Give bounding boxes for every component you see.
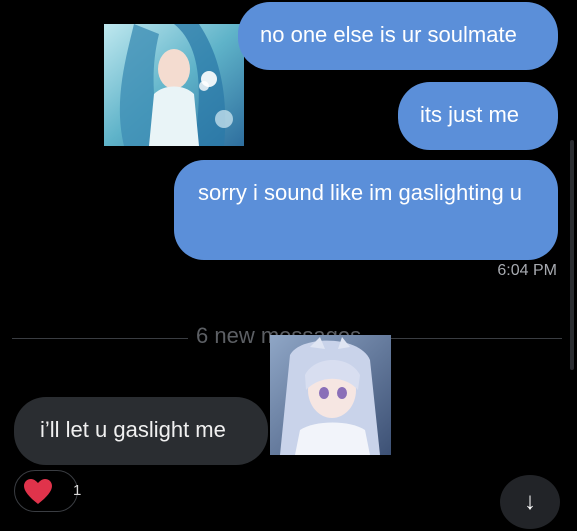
scrollbar[interactable]: [570, 140, 574, 370]
message-timestamp: 6:04 PM: [497, 262, 557, 279]
message-text: sorry i sound like im gaslighting u: [198, 180, 523, 205]
reaction-count: 1: [73, 482, 82, 499]
message-bubble-sent[interactable]: sorry i sound like im gaslighting u: [174, 160, 558, 260]
anime-character-image: [270, 335, 391, 455]
sticker-image[interactable]: [270, 335, 391, 455]
new-messages-divider-right: [386, 338, 562, 339]
reaction-pill[interactable]: 1: [14, 470, 82, 512]
message-bubble-sent[interactable]: its just me: [398, 82, 558, 150]
scroll-to-bottom-button[interactable]: ↓: [500, 475, 560, 529]
arrow-down-icon: ↓: [524, 488, 536, 515]
message-text: no one else is ur soulmate: [260, 22, 517, 47]
heart-icon: [24, 479, 52, 504]
message-bubble-received[interactable]: i’ll let u gaslight me: [14, 397, 268, 465]
new-messages-divider-left: [12, 338, 188, 339]
anime-character-image: [104, 24, 244, 146]
message-text: i’ll let u gaslight me: [40, 417, 226, 442]
message-text: its just me: [420, 102, 520, 127]
message-bubble-sent[interactable]: no one else is ur soulmate: [238, 2, 558, 70]
sticker-image[interactable]: [104, 24, 244, 146]
